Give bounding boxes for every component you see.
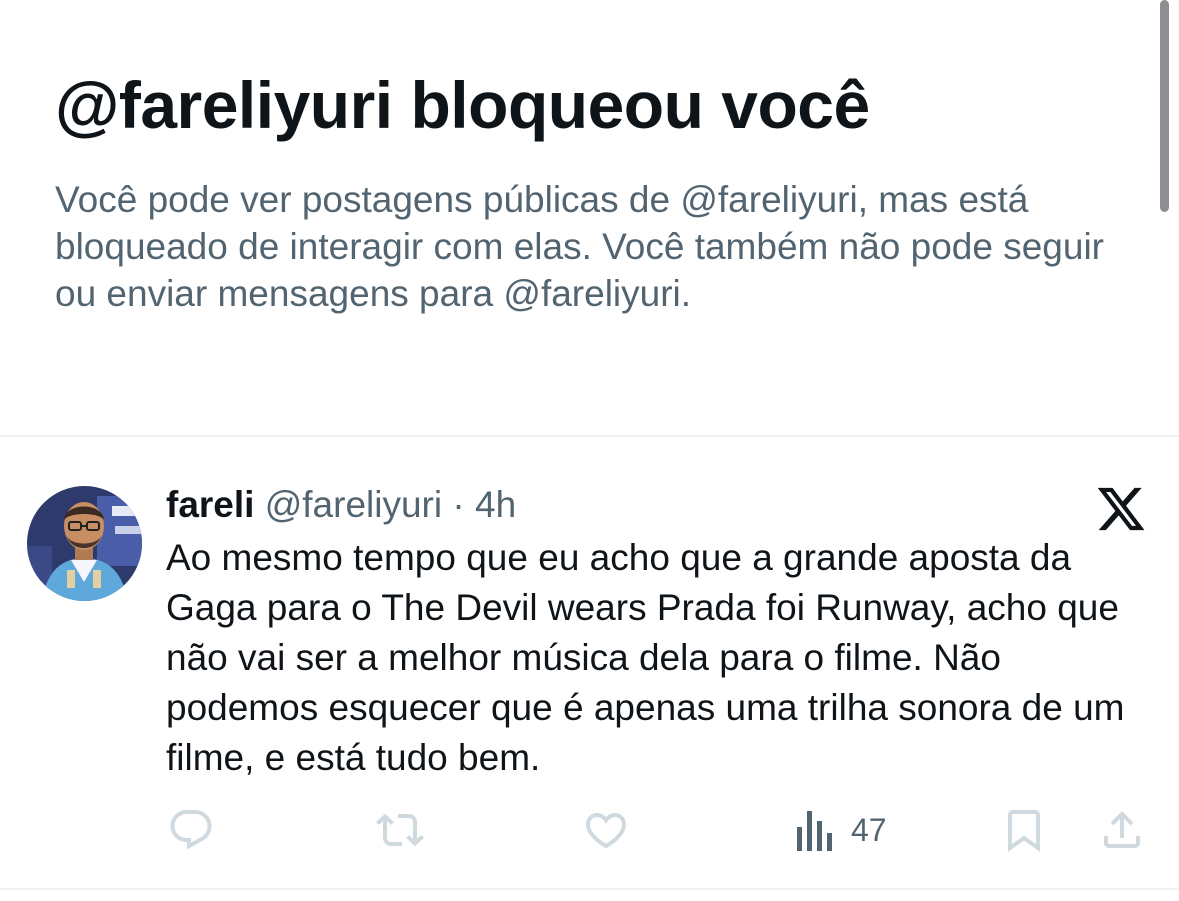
avatar[interactable] (27, 486, 142, 601)
divider (0, 888, 1179, 890)
divider (0, 435, 1179, 437)
scrollbar[interactable] (1160, 0, 1169, 212)
tweet-text: Ao mesmo tempo que eu acho que a grande … (166, 537, 1125, 778)
tweet-header: fareli @fareliyuri · 4h (166, 482, 516, 528)
retweet-button[interactable] (375, 806, 425, 854)
views-button[interactable]: 47 (795, 806, 887, 854)
avatar-photo (27, 486, 142, 601)
share-button[interactable] (1098, 806, 1146, 854)
retweet-icon (376, 813, 424, 847)
block-notice-title: @fareliyuri bloqueou você (55, 68, 870, 142)
reply-button[interactable] (167, 806, 215, 854)
header-separator: · (452, 484, 465, 525)
x-logo-icon (1095, 483, 1147, 535)
author-handle[interactable]: @fareliyuri (265, 484, 442, 525)
bookmark-icon (1008, 810, 1040, 852)
reply-icon (170, 810, 212, 850)
share-icon (1104, 811, 1140, 848)
tweet-timestamp[interactable]: 4h (475, 484, 516, 525)
block-notice-description: Você pode ver postagens públicas de @far… (55, 179, 1105, 314)
blocked-profile-screen: @fareliyuri bloqueou você Você pode ver … (0, 0, 1179, 901)
bookmark-button[interactable] (1000, 806, 1048, 854)
analytics-icon (797, 811, 832, 851)
author-name[interactable]: fareli (166, 484, 254, 525)
views-count: 47 (851, 811, 887, 848)
heart-icon (585, 813, 627, 849)
like-button[interactable] (582, 806, 630, 854)
